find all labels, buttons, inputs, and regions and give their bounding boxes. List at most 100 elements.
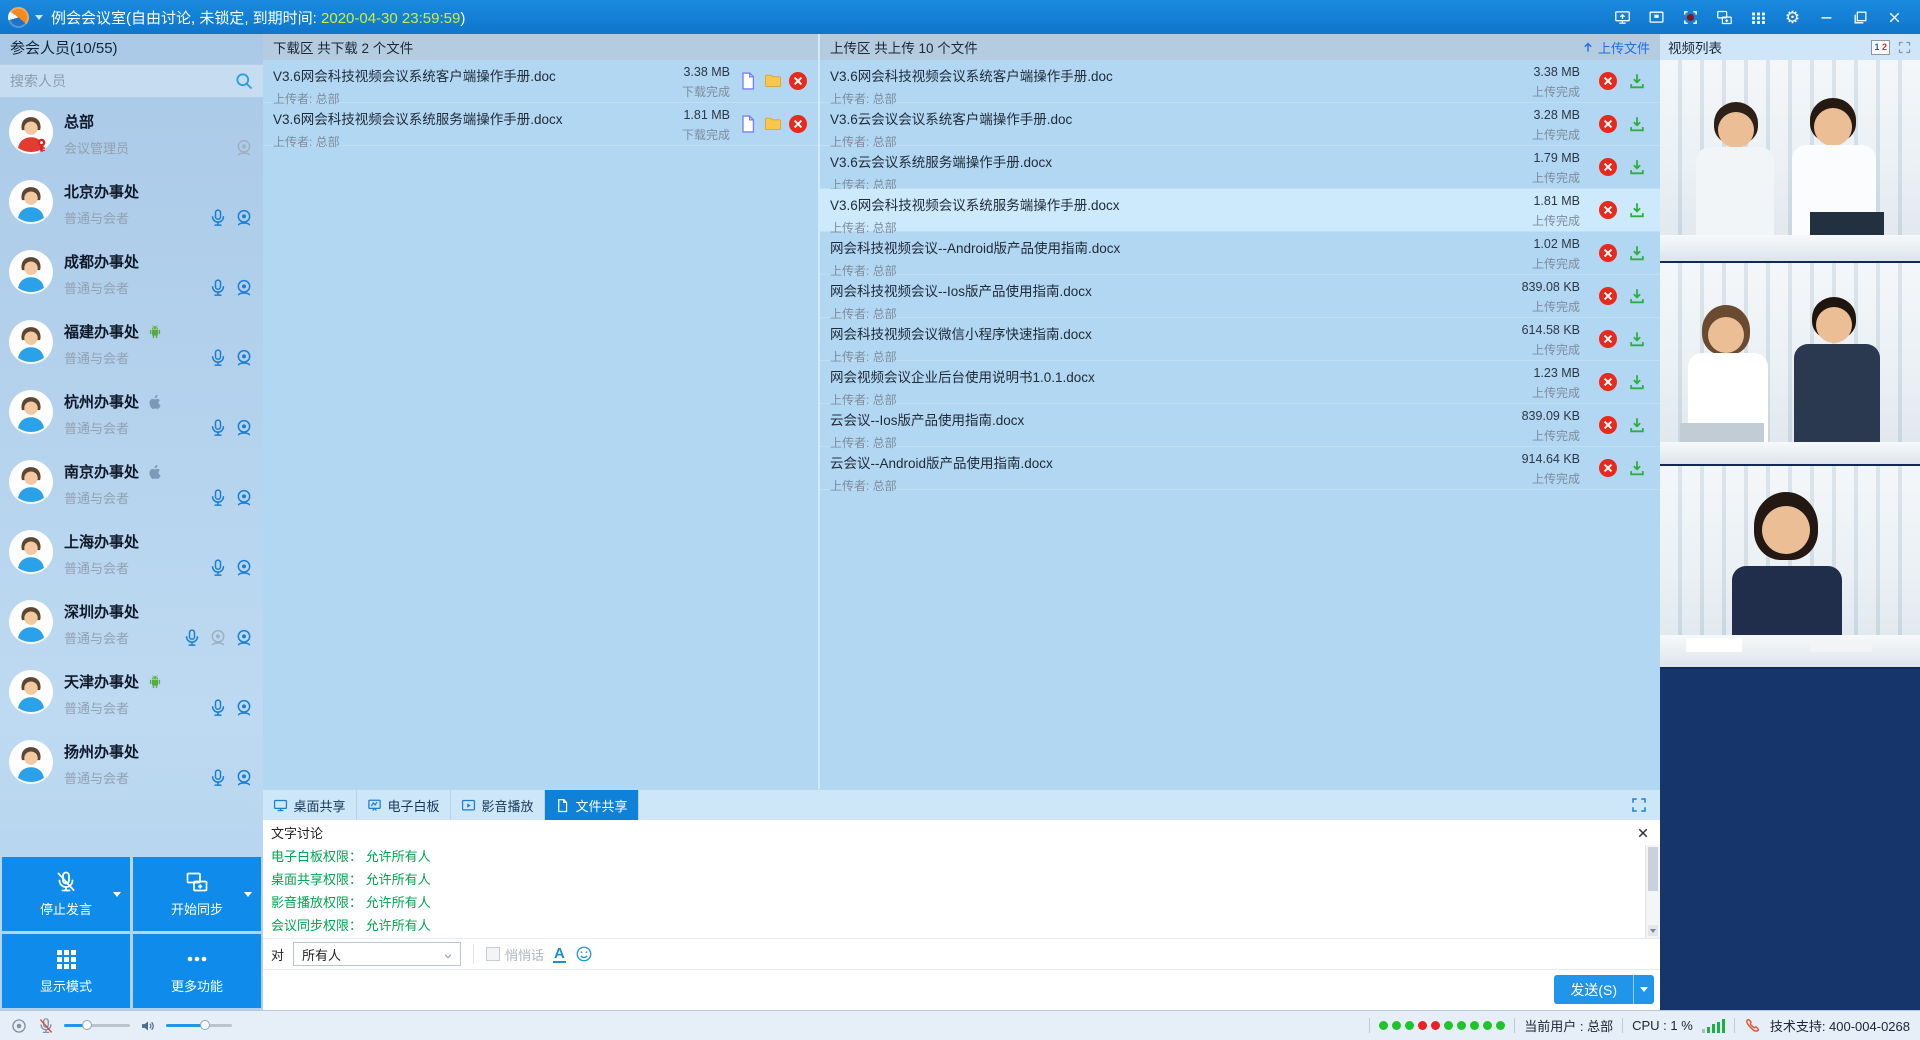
webcam-off-icon[interactable] (234, 138, 254, 158)
button-sync-screens[interactable]: 开始同步 (133, 857, 261, 931)
button-grid[interactable]: 显示模式 (2, 934, 130, 1008)
mic-icon[interactable] (182, 628, 202, 648)
download-file-icon[interactable] (1628, 287, 1646, 305)
mic-icon[interactable] (208, 558, 228, 578)
tab-media-play[interactable]: 影音播放 (451, 790, 545, 820)
remove-file-icon[interactable] (1598, 329, 1618, 349)
remove-file-icon[interactable] (788, 114, 808, 134)
remove-file-icon[interactable] (1598, 114, 1618, 134)
webcam-icon[interactable] (234, 628, 254, 648)
tab-desktop-share[interactable]: 桌面共享 (263, 790, 357, 820)
maximize-restore-icon[interactable] (1847, 5, 1874, 29)
remove-file-icon[interactable] (1598, 286, 1618, 306)
settings-gear-icon[interactable]: ⚙ (1779, 5, 1806, 29)
chat-scrollbar[interactable] (1645, 845, 1660, 938)
video-thumbnail[interactable] (1660, 263, 1920, 466)
remove-file-icon[interactable] (1598, 372, 1618, 392)
remove-file-icon[interactable] (1598, 458, 1618, 478)
webcam-icon[interactable] (234, 208, 254, 228)
window-mode-icon[interactable] (1643, 5, 1670, 29)
send-button[interactable]: 发送(S) (1554, 975, 1654, 1004)
upload-file-button[interactable]: 上传文件 (1581, 38, 1650, 57)
speaker-icon[interactable] (139, 1017, 157, 1035)
download-file-icon[interactable] (1628, 201, 1646, 219)
participant-row[interactable]: 深圳办事处 普通与会者 (0, 588, 263, 658)
mic-icon[interactable] (208, 348, 228, 368)
mic-volume-slider[interactable] (64, 1024, 130, 1027)
participant-row[interactable]: 福建办事处 普通与会者 (0, 308, 263, 378)
record-status-icon[interactable] (10, 1017, 28, 1035)
download-file-icon[interactable] (1628, 373, 1646, 391)
mic-muted-icon[interactable] (37, 1017, 55, 1035)
participant-row[interactable]: 北京办事处 普通与会者 (0, 168, 263, 238)
participant-row[interactable]: 南京办事处 普通与会者 (0, 448, 263, 518)
download-file-icon[interactable] (1628, 244, 1646, 262)
mic-icon[interactable] (208, 208, 228, 228)
video-layout-icon[interactable]: 1 2 (1871, 40, 1890, 55)
remove-file-icon[interactable] (1598, 157, 1618, 177)
dropdown-caret-icon[interactable] (113, 892, 121, 901)
button-more-dots[interactable]: 更多功能 (133, 934, 261, 1008)
remove-file-icon[interactable] (788, 71, 808, 91)
download-file-icon[interactable] (1628, 330, 1646, 348)
open-file-icon[interactable] (738, 114, 758, 134)
tab-file-share[interactable]: 文件共享 (545, 790, 639, 820)
download-file-icon[interactable] (1628, 158, 1646, 176)
upload-file-row[interactable]: 云会议--Android版产品使用指南.docx 上传者: 总部 914.64 … (820, 447, 1660, 490)
remove-file-icon[interactable] (1598, 71, 1618, 91)
open-folder-icon[interactable] (763, 71, 783, 91)
download-file-icon[interactable] (1628, 416, 1646, 434)
mic-icon[interactable] (208, 488, 228, 508)
upload-file-row[interactable]: V3.6网会科技视频会议系统客户端操作手册.doc 上传者: 总部 3.38 M… (820, 60, 1660, 103)
download-file-row[interactable]: V3.6网会科技视频会议系统客户端操作手册.doc 上传者: 总部 3.38 M… (263, 60, 818, 103)
chat-close-icon[interactable] (1634, 824, 1652, 842)
record-icon[interactable] (1677, 5, 1704, 29)
tab-whiteboard[interactable]: 电子白板 (357, 790, 451, 820)
whisper-checkbox[interactable]: 悄悄话 (486, 945, 544, 964)
upload-file-row[interactable]: 网会科技视频会议微信小程序快速指南.docx 上传者: 总部 614.58 KB… (820, 318, 1660, 361)
font-color-icon[interactable]: A (553, 946, 566, 963)
webcam-icon[interactable] (234, 348, 254, 368)
participant-row[interactable]: 成都办事处 普通与会者 (0, 238, 263, 308)
send-options-caret[interactable] (1633, 975, 1654, 1004)
screen-share-icon[interactable] (1609, 5, 1636, 29)
expand-panel-icon[interactable] (1630, 796, 1648, 814)
upload-file-row[interactable]: 网会视频会议企业后台使用说明书1.0.1.docx 上传者: 总部 1.23 M… (820, 361, 1660, 404)
webcam-icon[interactable] (234, 558, 254, 578)
speaker-volume-slider[interactable] (166, 1024, 232, 1027)
video-thumbnail[interactable] (1660, 466, 1920, 669)
upload-file-row[interactable]: 网会科技视频会议--Android版产品使用指南.docx 上传者: 总部 1.… (820, 232, 1660, 275)
button-mic-off[interactable]: 停止发言 (2, 857, 130, 931)
search-input[interactable] (0, 72, 234, 90)
dropdown-caret-icon[interactable] (244, 892, 252, 901)
download-file-row[interactable]: V3.6网会科技视频会议系统服务端操作手册.docx 上传者: 总部 1.81 … (263, 103, 818, 146)
close-icon[interactable] (1881, 5, 1908, 29)
minimize-icon[interactable] (1813, 5, 1840, 29)
checkbox-icon[interactable] (486, 947, 500, 961)
mic-icon[interactable] (208, 768, 228, 788)
webcam-icon[interactable] (234, 698, 254, 718)
menu-caret-icon[interactable] (35, 15, 43, 24)
download-file-icon[interactable] (1628, 115, 1646, 133)
mic-icon[interactable] (208, 278, 228, 298)
webcam-icon[interactable] (234, 418, 254, 438)
participant-row[interactable]: 总部 会议管理员 (0, 98, 263, 168)
search-icon[interactable] (234, 71, 254, 91)
mic-icon[interactable] (208, 418, 228, 438)
recipient-select[interactable]: 所有人 (293, 942, 461, 966)
upload-file-row[interactable]: 云会议--Ios版产品使用指南.docx 上传者: 总部 839.09 KB上传… (820, 404, 1660, 447)
participant-search[interactable] (0, 64, 263, 98)
open-folder-icon[interactable] (763, 114, 783, 134)
remove-file-icon[interactable] (1598, 200, 1618, 220)
participant-row[interactable]: 天津办事处 普通与会者 (0, 658, 263, 728)
display-grid-icon[interactable] (1745, 5, 1772, 29)
download-file-icon[interactable] (1628, 459, 1646, 477)
participant-row[interactable]: 扬州办事处 普通与会者 (0, 728, 263, 798)
open-file-icon[interactable] (738, 71, 758, 91)
video-expand-icon[interactable] (1897, 40, 1912, 55)
download-file-icon[interactable] (1628, 72, 1646, 90)
webcam-off-icon[interactable] (208, 628, 228, 648)
upload-file-row[interactable]: V3.6网会科技视频会议系统服务端操作手册.docx 上传者: 总部 1.81 … (820, 189, 1660, 232)
participant-row[interactable]: 上海办事处 普通与会者 (0, 518, 263, 588)
remove-file-icon[interactable] (1598, 243, 1618, 263)
